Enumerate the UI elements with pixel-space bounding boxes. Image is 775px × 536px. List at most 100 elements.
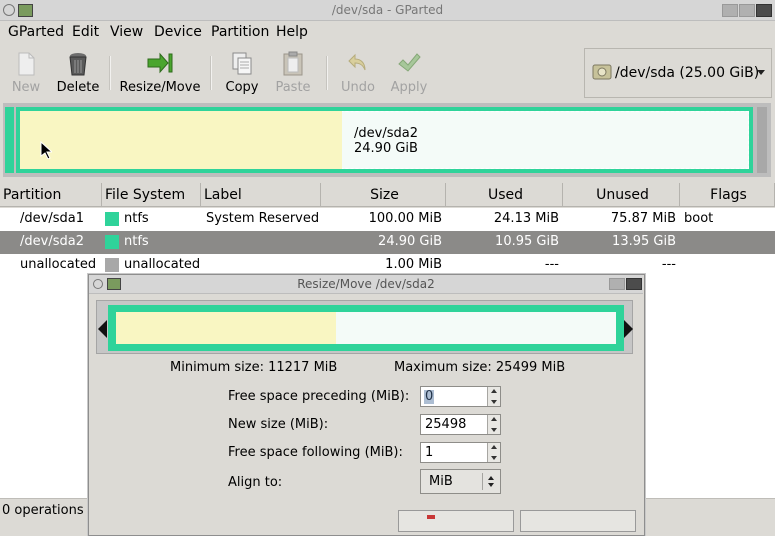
cell-filesystem: unallocated xyxy=(124,257,201,272)
new-size-spinbox[interactable] xyxy=(420,414,501,435)
column-size[interactable]: Size xyxy=(321,183,446,207)
cell-unused: 13.95 GiB xyxy=(612,234,676,249)
chevron-down-icon xyxy=(488,483,494,487)
resize-move-icon xyxy=(147,52,173,74)
resize-move-confirm-button[interactable] xyxy=(520,510,636,532)
filesystem-color-swatch xyxy=(105,212,119,226)
cell-size: 24.90 GiB xyxy=(378,234,442,249)
menu-partition[interactable]: Partition xyxy=(211,24,269,40)
harddisk-icon xyxy=(592,64,612,80)
close-button[interactable] xyxy=(756,4,772,17)
cell-flags: boot xyxy=(684,211,714,226)
cell-size: 1.00 MiB xyxy=(385,257,442,272)
undo-icon xyxy=(348,53,366,71)
align-to-label: Align to: xyxy=(228,475,283,490)
column-unused[interactable]: Unused xyxy=(563,183,680,207)
delete-button[interactable]: Delete xyxy=(54,50,102,95)
disk-map-partition-name: /dev/sda2 xyxy=(354,126,418,141)
cell-used: 24.13 MiB xyxy=(493,211,559,226)
cell-size: 100.00 MiB xyxy=(368,211,442,226)
disk-map-partition-size: 24.90 GiB xyxy=(354,141,418,156)
free-following-stepper[interactable] xyxy=(487,443,500,462)
column-label[interactable]: Label xyxy=(201,183,321,207)
checkmark-icon xyxy=(398,53,421,72)
copy-button[interactable]: Copy xyxy=(222,50,262,95)
trash-icon xyxy=(69,53,87,76)
paste-icon xyxy=(283,51,303,76)
resize-right-handle-icon[interactable] xyxy=(624,320,633,338)
chevron-down-icon xyxy=(757,70,765,75)
apply-button[interactable]: Apply xyxy=(387,50,431,95)
column-used[interactable]: Used xyxy=(446,183,563,207)
free-following-input[interactable] xyxy=(423,444,487,461)
disk-map-partition-sda1[interactable] xyxy=(5,107,14,173)
cell-partition: /dev/sda2 xyxy=(20,234,84,249)
text-selection-highlight xyxy=(424,390,434,404)
new-size-stepper[interactable] xyxy=(487,415,500,434)
new-button[interactable]: New xyxy=(6,50,46,95)
copy-icon xyxy=(232,52,252,75)
device-selector-label: /dev/sda (25.00 GiB) xyxy=(615,65,760,81)
combo-divider xyxy=(482,473,483,490)
window-title: /dev/sda - GParted xyxy=(331,3,444,17)
window-titlebar: /dev/sda - GParted xyxy=(0,0,775,21)
cancel-icon xyxy=(427,515,435,519)
menu-gparted[interactable]: GParted xyxy=(8,24,64,40)
free-preceding-label: Free space preceding (MiB): xyxy=(228,389,410,404)
column-filesystem[interactable]: File System xyxy=(102,183,201,207)
cell-unused: --- xyxy=(661,257,676,272)
resize-move-button[interactable]: Resize/Move xyxy=(118,50,202,95)
toolbar-separator xyxy=(109,56,111,90)
cell-used: --- xyxy=(544,257,559,272)
filesystem-color-swatch xyxy=(105,258,119,272)
free-preceding-spinbox[interactable] xyxy=(420,386,501,407)
menubar: GParted Edit View Device Partition Help xyxy=(0,20,775,44)
disk-map-unallocated[interactable] xyxy=(757,107,767,173)
device-selector[interactable]: /dev/sda (25.00 GiB) xyxy=(584,48,772,98)
new-document-icon xyxy=(18,52,35,76)
cell-unused: 75.87 MiB xyxy=(610,211,676,226)
menu-view[interactable]: View xyxy=(110,24,143,40)
maximize-button[interactable] xyxy=(739,4,755,17)
align-to-combobox[interactable]: MiB xyxy=(420,469,501,494)
maximum-size-label: Maximum size: 25499 MiB xyxy=(394,360,566,375)
toolbar-separator xyxy=(326,56,328,90)
cell-partition: unallocated xyxy=(20,257,97,272)
free-following-spinbox[interactable] xyxy=(420,442,501,463)
table-row[interactable]: /dev/sda1 ntfs System Reserved 100.00 Mi… xyxy=(0,208,775,231)
free-preceding-stepper[interactable] xyxy=(487,387,500,406)
new-size-input[interactable] xyxy=(423,416,487,433)
cell-label: System Reserved xyxy=(206,211,320,226)
menu-help[interactable]: Help xyxy=(276,24,308,40)
menu-edit[interactable]: Edit xyxy=(72,24,99,40)
new-size-label: New size (MiB): xyxy=(228,417,329,432)
column-flags[interactable]: Flags xyxy=(680,183,775,207)
dialog-title: Resize/Move /dev/sda2 xyxy=(297,277,435,291)
partition-table-header: Partition File System Label Size Used Un… xyxy=(0,183,775,208)
cell-partition: /dev/sda1 xyxy=(20,211,84,226)
paste-button[interactable]: Paste xyxy=(271,50,315,95)
align-to-value: MiB xyxy=(429,474,453,489)
cell-filesystem: ntfs xyxy=(124,234,149,249)
cell-filesystem: ntfs xyxy=(124,211,149,226)
column-partition[interactable]: Partition xyxy=(0,183,102,207)
minimum-size-label: Minimum size: 11217 MiB xyxy=(170,360,338,375)
resize-left-handle-icon[interactable] xyxy=(98,320,107,338)
dialog-titlebar: Resize/Move /dev/sda2 xyxy=(89,275,643,294)
menu-device[interactable]: Device xyxy=(154,24,202,40)
toolbar-separator xyxy=(210,56,212,90)
undo-button[interactable]: Undo xyxy=(337,50,379,95)
cell-used: 10.95 GiB xyxy=(495,234,559,249)
free-following-label: Free space following (MiB): xyxy=(228,445,403,460)
disk-map-sda2-used xyxy=(20,111,342,169)
status-text: 0 operations p xyxy=(2,503,96,518)
table-row-selected[interactable]: /dev/sda2 ntfs 24.90 GiB 10.95 GiB 13.95… xyxy=(0,231,775,254)
chevron-up-icon xyxy=(488,476,494,480)
dialog-minimize-button[interactable] xyxy=(609,278,625,290)
cancel-button[interactable] xyxy=(398,510,514,532)
minimize-button[interactable] xyxy=(722,4,738,17)
filesystem-color-swatch xyxy=(105,235,119,249)
resize-partition-used xyxy=(116,312,336,344)
mouse-cursor-icon xyxy=(40,141,52,159)
dialog-close-button[interactable] xyxy=(626,278,642,290)
